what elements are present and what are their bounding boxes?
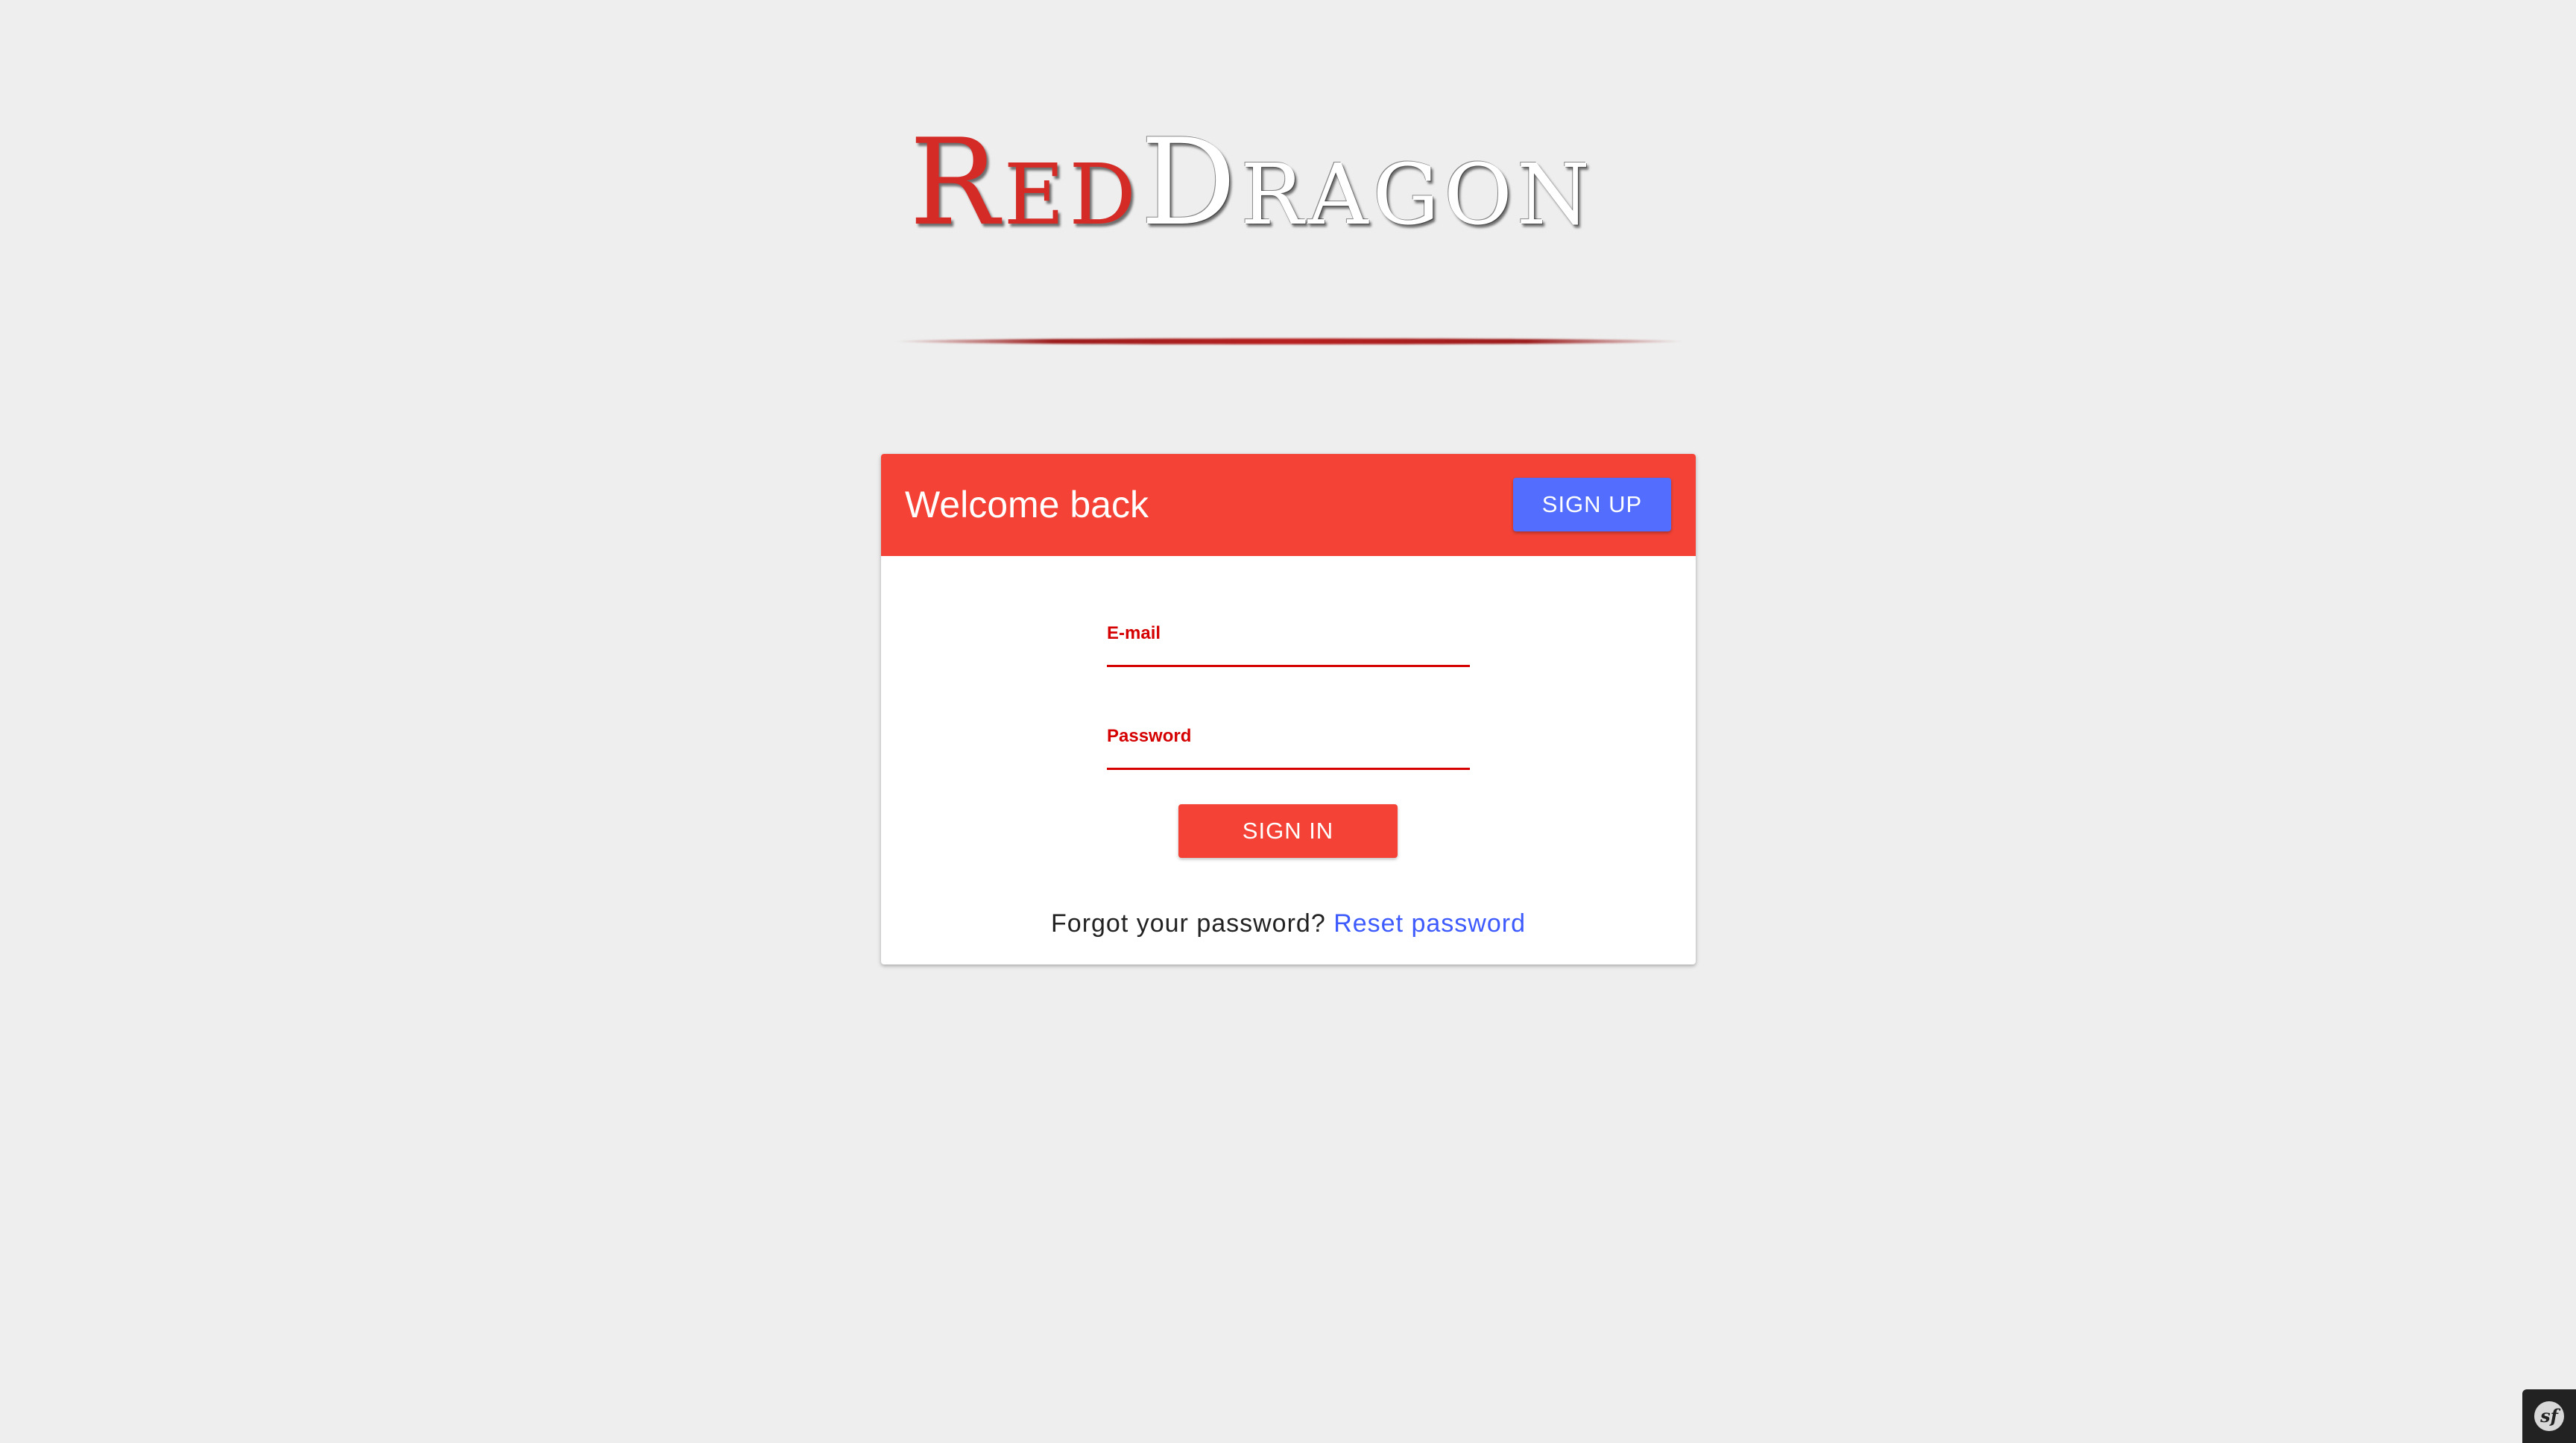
email-label: E-mail: [1107, 623, 1161, 643]
email-input[interactable]: [1107, 644, 1470, 665]
symfony-icon: sf: [2534, 1401, 2564, 1431]
forgot-password-row: Forgot your password? Reset password: [881, 907, 1696, 940]
logo-white-initial: D: [1140, 113, 1241, 252]
password-input[interactable]: [1107, 747, 1470, 768]
card-header: Welcome back SIGN UP: [881, 454, 1696, 556]
reddragon-logo: REDDRAGON: [887, 119, 1692, 344]
forgot-password-text: Forgot your password?: [1051, 909, 1326, 938]
password-label: Password: [1107, 726, 1192, 746]
sign-up-button[interactable]: SIGN UP: [1513, 478, 1671, 531]
logo-underline: [894, 338, 1685, 344]
login-card: Welcome back SIGN UP E-mail Password SIG…: [881, 454, 1696, 964]
logo-red-initial: R: [909, 113, 1004, 252]
sign-in-button[interactable]: SIGN IN: [1178, 804, 1398, 858]
card-title: Welcome back: [905, 484, 1149, 525]
logo-red-rest: ED: [1003, 147, 1141, 244]
logo-white-rest: RAGON: [1240, 147, 1594, 244]
email-underline: [1107, 665, 1470, 667]
logo-text: REDDRAGON: [909, 119, 1594, 259]
email-field: E-mail: [1107, 616, 1470, 675]
reset-password-link[interactable]: Reset password: [1333, 909, 1526, 938]
password-field: Password: [1107, 719, 1470, 778]
login-page: REDDRAGON Welcome back SIGN UP E-mail Pa…: [0, 0, 2576, 1443]
password-underline: [1107, 768, 1470, 770]
debug-toolbar-toggle[interactable]: sf: [2522, 1389, 2576, 1443]
